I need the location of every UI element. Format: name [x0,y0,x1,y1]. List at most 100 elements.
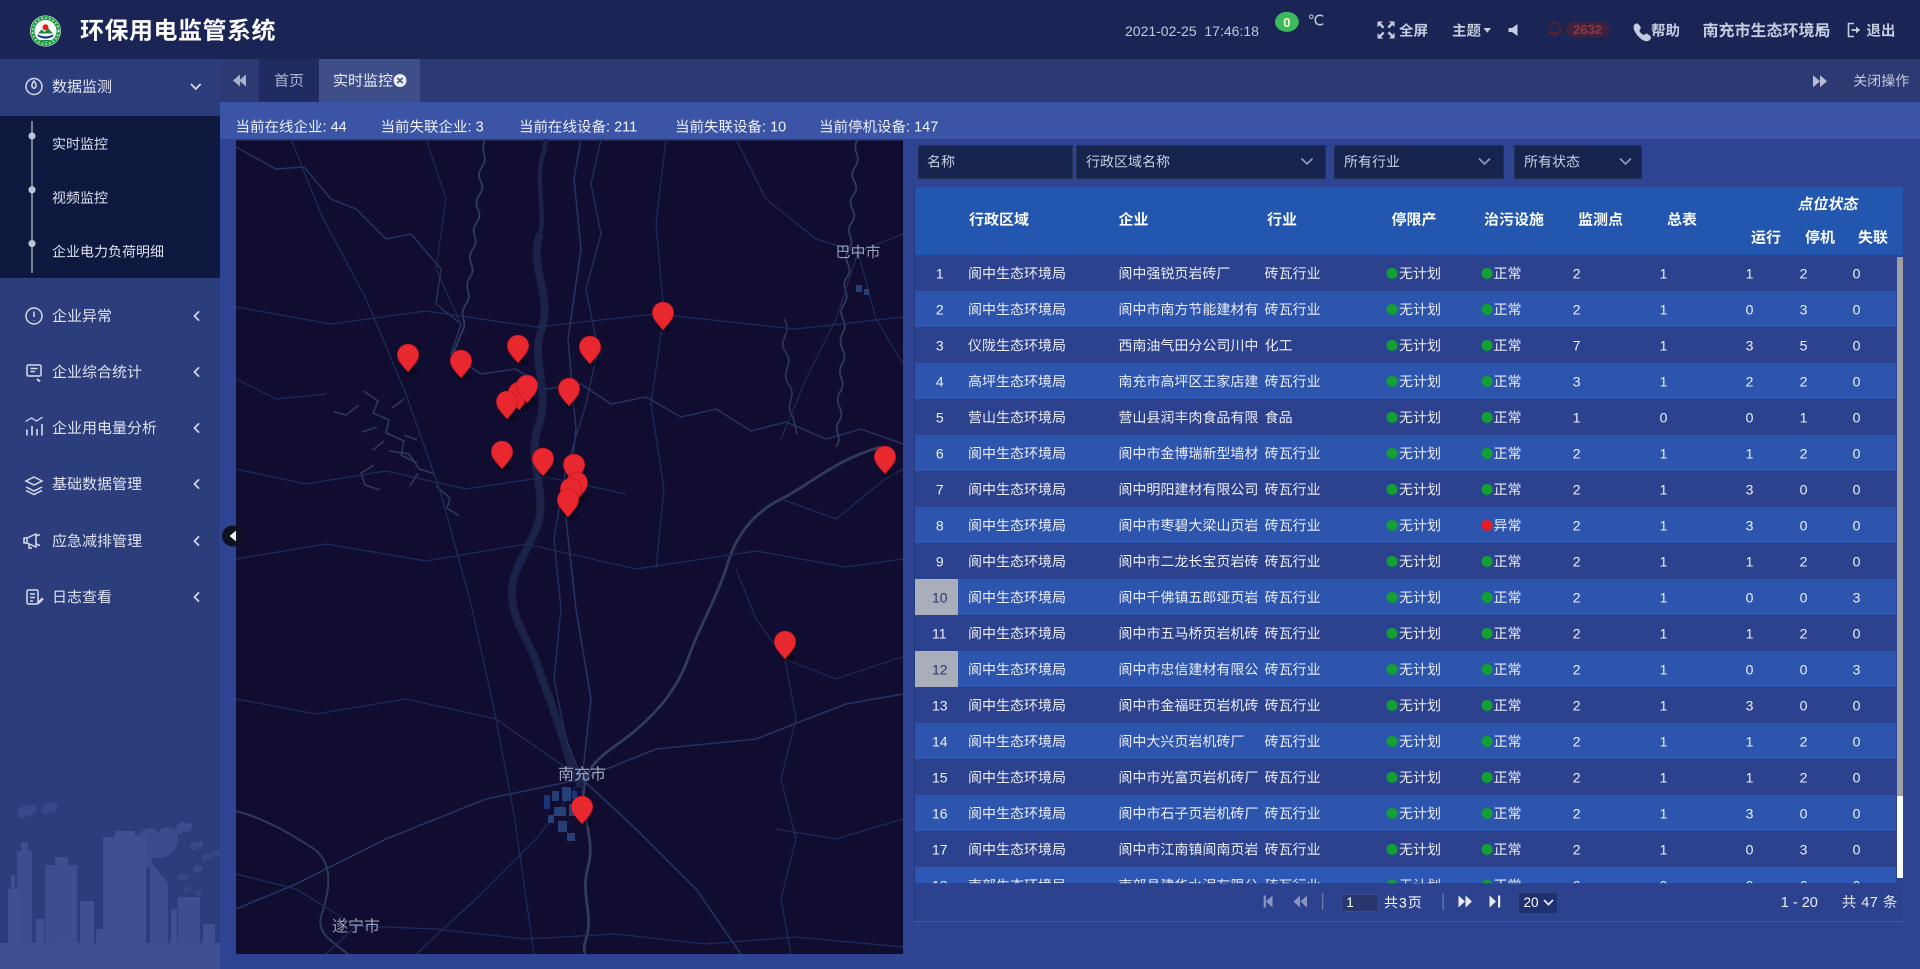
svg-text:17: 17 [932,841,948,857]
svg-text:2: 2 [1573,265,1581,281]
svg-text:1: 1 [1660,697,1668,713]
svg-text:2: 2 [1573,481,1581,497]
svg-text:0: 0 [1853,553,1861,569]
svg-text:2: 2 [1573,553,1581,569]
svg-text:3: 3 [1746,517,1754,533]
svg-text::: : [468,120,472,136]
svg-text:2: 2 [1800,769,1808,785]
svg-text:2: 2 [1573,661,1581,677]
svg-text:0: 0 [1853,769,1861,785]
svg-text:0: 0 [1853,841,1861,857]
svg-text:2: 2 [1800,265,1808,281]
svg-text:0: 0 [1853,337,1861,353]
svg-text:15: 15 [932,769,948,785]
svg-text:2: 2 [1573,769,1581,785]
svg-text:14: 14 [932,733,948,749]
svg-text:18: 18 [932,877,948,893]
svg-text:3: 3 [1746,337,1754,353]
svg-text:6: 6 [1800,877,1808,893]
svg-text:3: 3 [936,337,944,353]
svg-text:0: 0 [1746,841,1754,857]
svg-text:6: 6 [936,445,944,461]
svg-text:1: 1 [936,265,944,281]
svg-text:0: 0 [1660,409,1668,425]
svg-text:2: 2 [1573,841,1581,857]
svg-text:0: 0 [1746,661,1754,677]
svg-text:0: 0 [1853,265,1861,281]
svg-text:0: 0 [1853,481,1861,497]
svg-text:211: 211 [614,120,637,136]
svg-text:0: 0 [1800,661,1808,677]
svg-text::: : [323,120,327,136]
svg-text:1: 1 [1660,769,1668,785]
svg-text:1: 1 [1660,481,1668,497]
svg-text:1: 1 [1660,661,1668,677]
svg-text:2: 2 [1800,733,1808,749]
svg-text:2021-02-25: 2021-02-25 [1125,23,1197,39]
svg-text:13: 13 [932,697,948,713]
svg-text:0: 0 [1746,301,1754,317]
svg-text:1: 1 [1660,301,1668,317]
svg-text:3: 3 [476,120,484,136]
svg-text:2: 2 [1800,373,1808,389]
svg-text:3: 3 [1853,661,1861,677]
svg-text:7: 7 [936,481,944,497]
svg-text:1: 1 [1746,733,1754,749]
svg-text:3: 3 [1800,841,1808,857]
svg-text:-: - [1793,895,1798,911]
svg-text:7: 7 [1573,337,1581,353]
svg-text:2: 2 [1573,517,1581,533]
svg-text:2: 2 [1573,697,1581,713]
svg-text:1: 1 [1660,841,1668,857]
svg-text:147: 147 [914,120,938,136]
svg-text:20: 20 [1524,895,1539,910]
svg-text:0: 0 [1853,697,1861,713]
svg-text:3: 3 [1573,373,1581,389]
svg-text:9: 9 [936,553,944,569]
svg-text:2: 2 [1800,625,1808,641]
svg-text:0: 0 [1800,517,1808,533]
svg-text:1: 1 [1660,373,1668,389]
svg-text:0: 0 [1800,697,1808,713]
svg-text:0: 0 [1853,409,1861,425]
svg-text:2: 2 [1573,589,1581,605]
svg-text:1: 1 [1660,553,1668,569]
svg-text:0: 0 [1283,15,1290,30]
svg-text:1: 1 [1746,265,1754,281]
svg-text:1: 1 [1660,589,1668,605]
svg-text:1: 1 [1660,445,1668,461]
svg-text:1: 1 [1746,553,1754,569]
svg-text:0: 0 [1853,877,1861,893]
svg-text:2632: 2632 [1573,22,1602,37]
svg-text:0: 0 [1853,517,1861,533]
svg-text:0: 0 [1853,625,1861,641]
svg-text:8: 8 [936,517,944,533]
svg-text:12: 12 [932,661,948,677]
svg-text:1: 1 [1660,625,1668,641]
svg-text:2: 2 [1573,733,1581,749]
svg-text:6: 6 [1573,877,1581,893]
svg-text:2: 2 [1573,445,1581,461]
svg-text:1: 1 [1660,337,1668,353]
svg-text:3: 3 [1746,481,1754,497]
svg-text:1: 1 [1660,733,1668,749]
svg-text:1: 1 [1660,265,1668,281]
svg-text:0: 0 [1853,445,1861,461]
svg-text:1: 1 [1346,895,1354,910]
svg-text:3: 3 [1853,589,1861,605]
svg-text:2: 2 [936,301,944,317]
svg-text:1: 1 [1746,769,1754,785]
svg-text:2: 2 [1573,301,1581,317]
svg-text::: : [906,120,910,136]
svg-text:5: 5 [1800,337,1808,353]
svg-text:44: 44 [331,120,347,136]
svg-text:2: 2 [1573,805,1581,821]
svg-text:3: 3 [1399,894,1408,910]
svg-text:0: 0 [1853,301,1861,317]
svg-text:0: 0 [1853,373,1861,389]
svg-text:0: 0 [1746,877,1754,893]
svg-text:47: 47 [1861,895,1878,911]
svg-text:4: 4 [936,373,944,389]
svg-text:0: 0 [1800,589,1808,605]
svg-text:1: 1 [1800,409,1808,425]
